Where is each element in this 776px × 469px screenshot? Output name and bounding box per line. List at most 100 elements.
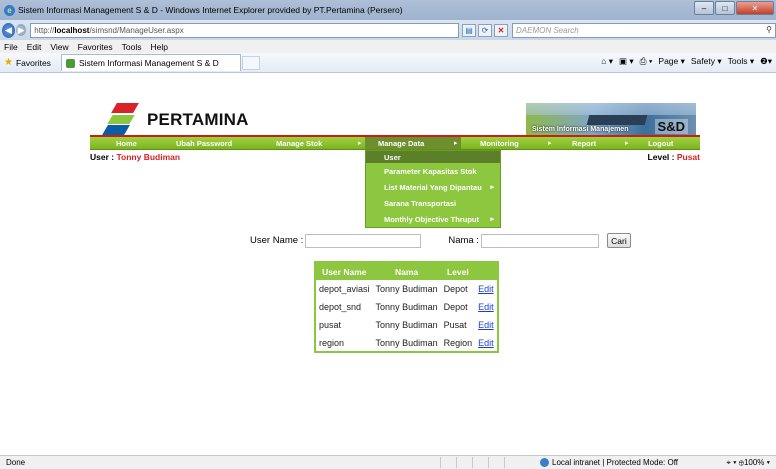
search-icon[interactable]: ⚲: [766, 25, 772, 34]
nav-report[interactable]: Report: [572, 137, 596, 149]
menu-bar: File Edit View Favorites Tools Help: [0, 40, 776, 53]
tools-menu[interactable]: Tools ▾: [728, 56, 754, 67]
window-titlebar: e Sistem Informasi Management S & D - Wi…: [0, 0, 776, 20]
search-form: User Name : Nama : Cari: [250, 233, 631, 248]
edit-link[interactable]: Edit: [475, 280, 498, 298]
cell-nama: Tonny Budiman: [375, 302, 438, 312]
menu-view[interactable]: View: [50, 42, 68, 52]
cell-level: Pusat: [443, 320, 467, 330]
edit-link[interactable]: Edit: [475, 334, 498, 352]
col-header-level: Level: [440, 262, 476, 280]
main-nav: Home Ubah Password Manage Stok ▸ Manage …: [90, 137, 700, 150]
cell-nama: Tonny Budiman: [375, 337, 438, 348]
back-button[interactable]: ◀: [2, 22, 15, 38]
chevron-right-icon: ▸: [454, 140, 458, 147]
table-row: pusat Tonny Budiman Pusat Edit: [315, 316, 498, 334]
favorites-button[interactable]: Favorites: [16, 58, 51, 68]
dropdown-item-monthly-objective[interactable]: Monthly Objective Thruput ▸: [366, 211, 500, 227]
url-path: /simsnd/ManageUser.aspx: [89, 25, 184, 35]
cell-level: Depot: [443, 302, 468, 312]
user-info: User : Tonny Budiman: [90, 152, 180, 162]
dropdown-item-label: Monthly Objective Thruput: [384, 214, 479, 224]
nama-label: Nama :: [448, 235, 479, 246]
close-button[interactable]: ✕: [736, 1, 774, 15]
table-row: region Tonny Budiman Region Edit: [315, 334, 498, 352]
nav-monitoring[interactable]: Monitoring: [480, 137, 519, 149]
nav-manage-stok[interactable]: Manage Stok: [276, 137, 322, 149]
page-menu[interactable]: Page ▾: [658, 56, 684, 67]
maximize-button[interactable]: □: [715, 1, 735, 15]
menu-tools[interactable]: Tools: [122, 42, 142, 52]
pertamina-logo-icon: [102, 103, 140, 137]
banner-sd: S&D: [654, 119, 688, 134]
globe-icon: [540, 458, 549, 467]
nav-ubah-password[interactable]: Ubah Password: [176, 137, 232, 149]
banner-text: Sistem Informasi Manajemen: [532, 126, 629, 133]
menu-favorites[interactable]: Favorites: [78, 42, 113, 52]
edit-link[interactable]: Edit: [475, 298, 498, 316]
ie-icon: e: [4, 4, 15, 16]
help-menu[interactable]: ❷▾: [760, 56, 772, 67]
cell-username: depot_snd: [319, 302, 362, 312]
chevron-right-icon: ▸: [548, 140, 552, 147]
menu-edit[interactable]: Edit: [27, 42, 42, 52]
status-bar: Done Local intranet | Protected Mode: Of…: [0, 455, 776, 469]
col-header-action: [475, 262, 498, 280]
chevron-right-icon: ▸: [490, 184, 494, 191]
nav-logout[interactable]: Logout: [648, 137, 673, 149]
cell-username: pusat: [319, 320, 342, 330]
tab-favicon-icon: [65, 58, 75, 68]
dropdown-item-user[interactable]: User: [366, 151, 500, 163]
tab-title: Sistem Informasi Management S & D: [78, 58, 219, 68]
menu-help[interactable]: Help: [150, 42, 167, 52]
user-table: User Name Nama Level depot_aviasi Tonny …: [314, 261, 499, 353]
command-bar: ⌂ ▾ ▣ ▾ ⎙ ▾ Page ▾ Safety ▾ Tools ▾ ❷▾: [595, 56, 772, 67]
level-value: Pusat: [676, 152, 700, 162]
dropdown-item-sarana-transportasi[interactable]: Sarana Transportasi: [366, 195, 500, 211]
feeds-icon[interactable]: ▣ ▾: [619, 56, 634, 67]
new-tab-button[interactable]: [241, 55, 260, 70]
col-header-nama: Nama: [372, 262, 441, 280]
cell-username: region: [319, 337, 345, 348]
stop-icon[interactable]: ✕: [494, 23, 508, 37]
url-host: localhost: [54, 25, 90, 35]
nama-input[interactable]: [480, 233, 599, 248]
level-label: Level :: [647, 152, 677, 162]
dropdown-item-label: Parameter Kapasitas Stok: [384, 166, 477, 176]
address-input[interactable]: http://localhost/simsnd/ManageUser.aspx: [30, 22, 459, 38]
zoom-control[interactable]: ⌖ ▾ ⊕100% ▾: [726, 458, 770, 468]
security-zone[interactable]: Local intranet | Protected Mode: Off: [540, 458, 678, 467]
table-header-row: User Name Nama Level: [315, 262, 498, 280]
cell-level: Region: [443, 337, 473, 348]
search-input[interactable]: DAEMON Search ⚲: [512, 22, 776, 38]
dropdown-item-parameter-kapasitas[interactable]: Parameter Kapasitas Stok: [366, 163, 500, 179]
edit-link[interactable]: Edit: [475, 316, 498, 334]
status-text: Done: [6, 458, 26, 467]
compat-view-icon[interactable]: ▤: [462, 23, 476, 37]
table-row: depot_aviasi Tonny Budiman Depot Edit: [315, 280, 498, 298]
window-title: Sistem Informasi Management S & D - Wind…: [18, 5, 403, 15]
header-banner: Sistem Informasi Manajemen S&D: [526, 103, 696, 136]
zone-text: Local intranet | Protected Mode: Off: [552, 458, 678, 467]
minimize-button[interactable]: –: [694, 1, 714, 15]
username-input[interactable]: [305, 233, 422, 248]
print-icon[interactable]: ⎙ ▾: [640, 56, 653, 67]
address-toolbar: ◀ ▶ http://localhost/simsnd/ManageUser.a…: [0, 20, 776, 40]
browser-tab[interactable]: Sistem Informasi Management S & D: [60, 54, 241, 71]
level-info: Level : Pusat: [648, 152, 700, 162]
user-label: User :: [90, 152, 117, 162]
home-icon[interactable]: ⌂ ▾: [601, 56, 613, 67]
cari-button[interactable]: Cari: [606, 233, 631, 248]
nav-manage-data[interactable]: Manage Data: [378, 137, 424, 149]
safety-menu[interactable]: Safety ▾: [691, 56, 722, 67]
refresh-icon[interactable]: ⟳: [478, 23, 492, 37]
logo-text: PERTAMINA: [147, 110, 249, 129]
forward-button[interactable]: ▶: [15, 24, 27, 36]
cell-nama: Tonny Budiman: [375, 284, 438, 294]
nav-home[interactable]: Home: [116, 137, 137, 149]
dropdown-item-list-material[interactable]: List Material Yang Dipantau ▸: [366, 179, 500, 195]
cell-username: depot_aviasi: [319, 284, 370, 294]
dropdown-item-label: List Material Yang Dipantau: [384, 182, 482, 192]
pertamina-logo: PERTAMINA: [102, 103, 249, 137]
menu-file[interactable]: File: [4, 42, 18, 52]
